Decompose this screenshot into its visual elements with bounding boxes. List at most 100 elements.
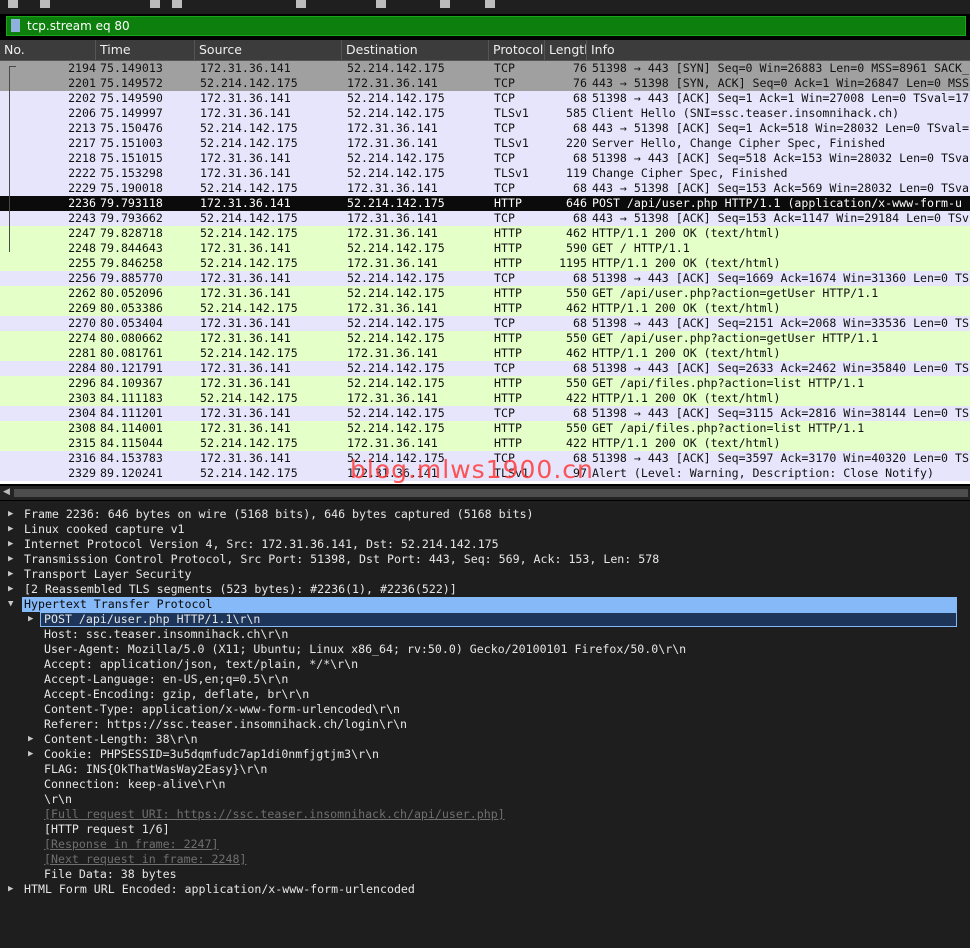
packet-row[interactable]: 2202 75.149590 172.31.36.141 52.214.142.175… (0, 91, 970, 106)
detail-tree-item[interactable]: ▶ Frame 2236: 646 bytes on wire (5168 bit… (0, 507, 970, 522)
detail-tree-item[interactable]: Content-Type: application/x-www-form-url… (0, 702, 970, 717)
toolbar-button[interactable] (296, 0, 306, 8)
packet-row[interactable]: 2315 84.115044 52.214.142.175 172.31.36.141… (0, 436, 970, 451)
column-header-source[interactable]: Source (195, 40, 342, 60)
expand-arrow-icon[interactable]: ▶ (28, 612, 33, 627)
column-header-time[interactable]: Time (96, 40, 195, 60)
column-header-destination[interactable]: Destination (342, 40, 489, 60)
packet-proto-cell: HTTP (494, 376, 522, 390)
column-header-info[interactable]: Info (587, 40, 970, 60)
packet-row[interactable]: 2308 84.114001 172.31.36.141 52.214.142.175… (0, 421, 970, 436)
detail-tree-item[interactable]: Accept-Language: en-US,en;q=0.5\r\n (0, 672, 970, 687)
toolbar-button[interactable] (485, 0, 495, 8)
packet-row[interactable]: 2243 79.793662 52.214.142.175 172.31.36.141… (0, 211, 970, 226)
column-header-no[interactable]: No. (0, 40, 96, 60)
packet-row[interactable]: 2269 80.053386 52.214.142.175 172.31.36.141… (0, 301, 970, 316)
scrollbar-thumb[interactable] (14, 489, 968, 497)
packet-no-cell: 2247 (68, 226, 96, 240)
detail-tree-label: [Full request URI: https://ssc.teaser.in… (44, 807, 505, 821)
detail-tree-item[interactable]: ▼ Hypertext Transfer Protocol (0, 597, 970, 612)
packet-row[interactable]: 2281 80.081761 52.214.142.175 172.31.36.141… (0, 346, 970, 361)
column-header-protocol[interactable]: Protocol (489, 40, 545, 60)
detail-tree-item[interactable]: ▶ Content-Length: 38\r\n (0, 732, 970, 747)
packet-row[interactable]: 2201 75.149572 52.214.142.175 172.31.36.141… (0, 76, 970, 91)
toolbar-button[interactable] (172, 0, 182, 8)
packet-info-cell: 51398 → 443 [SYN] Seq=0 Win=26883 Len=0 … (592, 61, 969, 75)
related-packets-indicator (9, 66, 10, 252)
packet-list-scrollbar[interactable]: ◀ (0, 486, 970, 500)
expand-arrow-icon[interactable]: ▶ (8, 582, 13, 597)
toolbar-button[interactable] (376, 0, 386, 8)
packet-row[interactable]: 2255 79.846258 52.214.142.175 172.31.36.141… (0, 256, 970, 271)
detail-tree-item[interactable]: ▶ Transmission Control Protocol, Src Port… (0, 552, 970, 567)
detail-tree-item[interactable]: Connection: keep-alive\r\n (0, 777, 970, 792)
packet-row[interactable]: 2222 75.153298 172.31.36.141 52.214.142.175… (0, 166, 970, 181)
packet-list[interactable]: 2194 75.149013 172.31.36.141 52.214.142.175… (0, 61, 970, 484)
packet-no-cell: 2201 (68, 76, 96, 90)
detail-tree-item[interactable]: FLAG: INS{OkThatWasWay2Easy}\r\n (0, 762, 970, 777)
expand-arrow-icon[interactable]: ▶ (28, 732, 33, 747)
packet-row[interactable]: 2194 75.149013 172.31.36.141 52.214.142.175… (0, 61, 970, 76)
packet-dst-cell: 52.214.142.175 (347, 421, 445, 435)
expand-arrow-icon[interactable]: ▶ (8, 552, 13, 567)
detail-tree-item[interactable]: Accept-Encoding: gzip, deflate, br\r\n (0, 687, 970, 702)
detail-tree-label: [HTTP request 1/6] (44, 822, 170, 836)
packet-row[interactable]: 2256 79.885770 172.31.36.141 52.214.142.175… (0, 271, 970, 286)
toolbar-button[interactable] (440, 0, 450, 8)
collapse-arrow-icon[interactable]: ▼ (8, 597, 13, 612)
packet-time-cell: 80.053386 (100, 301, 163, 315)
detail-tree-item[interactable]: ▶ HTML Form URL Encoded: application/x-ww… (0, 882, 970, 897)
detail-tree-item[interactable]: Host: ssc.teaser.insomnihack.ch\r\n (0, 627, 970, 642)
packet-len-cell: 68 (573, 406, 587, 420)
detail-tree-item[interactable]: ▶ [2 Reassembled TLS segments (523 bytes)… (0, 582, 970, 597)
packet-row[interactable]: 2274 80.080662 172.31.36.141 52.214.142.175… (0, 331, 970, 346)
detail-tree-item[interactable]: [Full request URI: https://ssc.teaser.in… (0, 807, 970, 822)
detail-tree-item[interactable]: ▶ Cookie: PHPSESSID=3u5dqmfudc7ap1di0nmfj… (0, 747, 970, 762)
packet-row[interactable]: 2284 80.121791 172.31.36.141 52.214.142.175… (0, 361, 970, 376)
packet-row[interactable]: 2304 84.111201 172.31.36.141 52.214.142.175… (0, 406, 970, 421)
packet-row[interactable]: 2213 75.150476 52.214.142.175 172.31.36.141… (0, 121, 970, 136)
packet-row[interactable]: 2248 79.844643 172.31.36.141 52.214.142.175… (0, 241, 970, 256)
bookmark-icon[interactable] (11, 19, 20, 32)
toolbar-button[interactable] (40, 0, 50, 8)
detail-tree-item[interactable]: ▶ Linux cooked capture v1 (0, 522, 970, 537)
packet-row[interactable]: 2262 80.052096 172.31.36.141 52.214.142.175… (0, 286, 970, 301)
packet-details-tree[interactable]: ▶ Frame 2236: 646 bytes on wire (5168 bit… (0, 501, 970, 948)
detail-tree-item[interactable]: Referer: https://ssc.teaser.insomnihack.… (0, 717, 970, 732)
packet-row[interactable]: 2296 84.109367 172.31.36.141 52.214.142.175… (0, 376, 970, 391)
detail-tree-item[interactable]: ▶ Transport Layer Security (0, 567, 970, 582)
expand-arrow-icon[interactable]: ▶ (28, 747, 33, 762)
detail-tree-item[interactable]: [Next request in frame: 2248] (0, 852, 970, 867)
packet-row[interactable]: 2218 75.151015 172.31.36.141 52.214.142.175… (0, 151, 970, 166)
packet-row[interactable]: 2303 84.111183 52.214.142.175 172.31.36.141… (0, 391, 970, 406)
detail-tree-item[interactable]: ▶ POST /api/user.php HTTP/1.1\r\n (0, 612, 970, 627)
packet-row[interactable]: 2270 80.053404 172.31.36.141 52.214.142.175… (0, 316, 970, 331)
detail-tree-item[interactable]: ▶ Internet Protocol Version 4, Src: 172.3… (0, 537, 970, 552)
expand-arrow-icon[interactable]: ▶ (8, 507, 13, 522)
packet-info-cell: 443 → 51398 [ACK] Seq=153 Ack=569 Win=28… (592, 181, 969, 195)
display-filter-input[interactable]: tcp.stream eq 80 (6, 16, 966, 36)
packet-src-cell: 52.214.142.175 (200, 211, 298, 225)
expand-arrow-icon[interactable]: ▶ (8, 522, 13, 537)
detail-tree-item[interactable]: [Response in frame: 2247] (0, 837, 970, 852)
packet-time-cell: 84.153783 (100, 451, 163, 465)
detail-tree-item[interactable]: File Data: 38 bytes (0, 867, 970, 882)
packet-row[interactable]: 2229 75.190018 52.214.142.175 172.31.36.141… (0, 181, 970, 196)
expand-arrow-icon[interactable]: ▶ (8, 567, 13, 582)
expand-arrow-icon[interactable]: ▶ (8, 882, 13, 897)
packet-info-cell: GET /api/files.php?action=list HTTP/1.1 (592, 421, 865, 435)
packet-dst-cell: 52.214.142.175 (347, 361, 445, 375)
packet-row[interactable]: 2206 75.149997 172.31.36.141 52.214.142.175… (0, 106, 970, 121)
packet-row[interactable]: 2247 79.828718 52.214.142.175 172.31.36.141… (0, 226, 970, 241)
detail-tree-item[interactable]: User-Agent: Mozilla/5.0 (X11; Ubuntu; Li… (0, 642, 970, 657)
toolbar-button[interactable] (150, 0, 160, 8)
packet-row[interactable]: 2217 75.151003 52.214.142.175 172.31.36.141… (0, 136, 970, 151)
detail-tree-item[interactable]: \r\n (0, 792, 970, 807)
scroll-left-icon[interactable]: ◀ (3, 487, 10, 497)
packet-row[interactable]: 2236 79.793118 172.31.36.141 52.214.142.175… (0, 196, 970, 211)
toolbar-button[interactable] (8, 0, 18, 8)
column-header-length[interactable]: Length (545, 40, 587, 60)
expand-arrow-icon[interactable]: ▶ (8, 537, 13, 552)
detail-tree-item[interactable]: Accept: application/json, text/plain, */… (0, 657, 970, 672)
detail-tree-item[interactable]: [HTTP request 1/6] (0, 822, 970, 837)
